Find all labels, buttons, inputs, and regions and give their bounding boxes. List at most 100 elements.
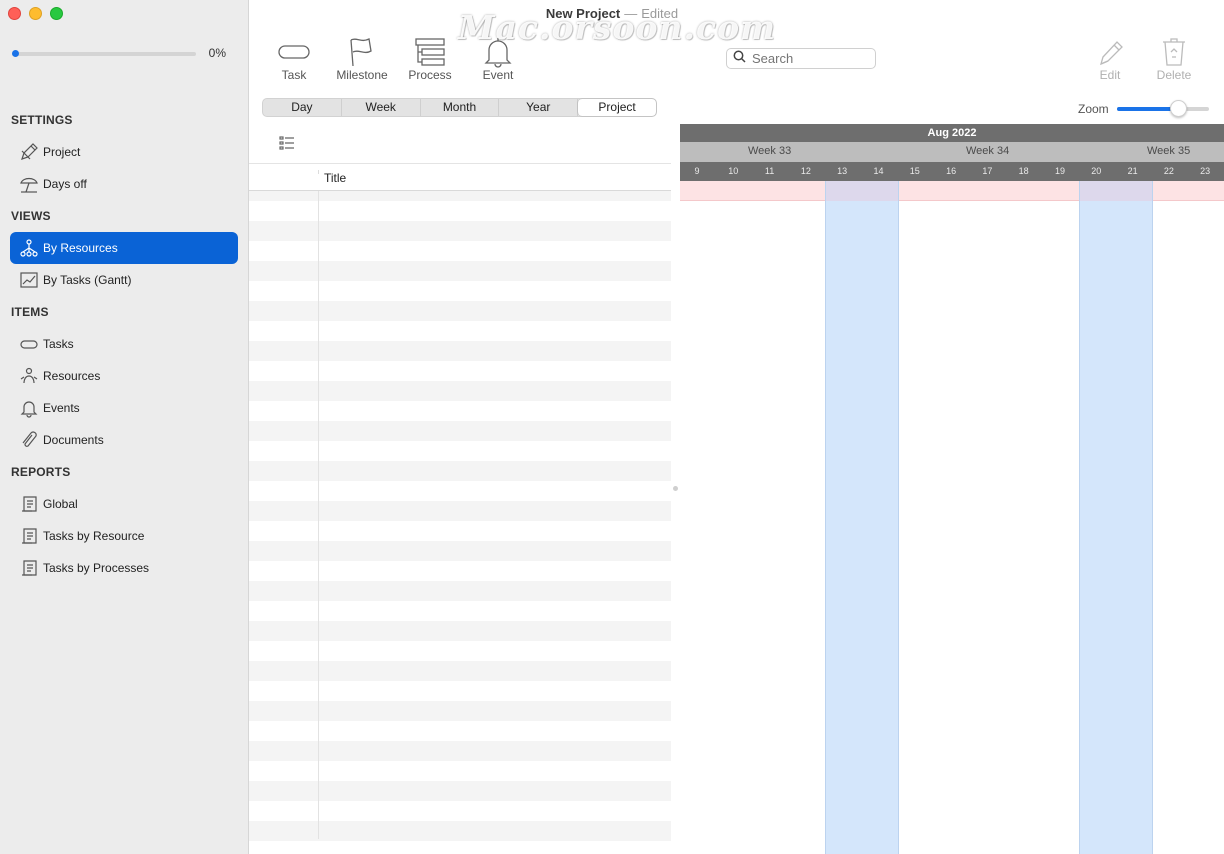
add-process-button[interactable]: Process — [397, 36, 463, 84]
search-input[interactable] — [752, 51, 862, 66]
title-separator: — — [624, 6, 638, 21]
gantt-day-label: 10 — [728, 166, 739, 176]
project-progress: 0% — [12, 46, 242, 62]
segment-year[interactable]: Year — [499, 99, 579, 116]
sidebar-item-label: Tasks — [43, 337, 74, 351]
sidebar-item-days-off[interactable]: Days off — [10, 168, 238, 200]
column-header-title[interactable]: Title — [324, 171, 346, 185]
report-icon — [18, 557, 40, 579]
report-icon — [18, 493, 40, 515]
column-divider[interactable] — [318, 170, 319, 174]
gantt-chart[interactable]: Aug 2022 Week 33 Week 34 Week 35 9 10 11 12 13… — [680, 124, 1224, 854]
edited-status: Edited — [641, 6, 679, 21]
gantt-chart-icon — [18, 269, 40, 291]
gantt-day-label: 13 — [837, 166, 848, 176]
gantt-week-label: Week 34 — [966, 145, 1010, 157]
zoom-fill — [1117, 107, 1178, 111]
window-controls — [8, 7, 63, 20]
pencil-ruler-icon — [18, 141, 40, 163]
sidebar-item-label: By Tasks (Gantt) — [43, 273, 132, 287]
sidebar-item-events[interactable]: Events — [10, 392, 238, 424]
progress-percent: 0% — [208, 46, 226, 60]
gantt-day-header: 9 10 11 12 13 14 15 16 17 18 19 20 21 22 23 — [680, 162, 1224, 181]
progress-indicator — [12, 50, 19, 57]
segment-week[interactable]: Week — [342, 99, 421, 116]
table-header: Title — [249, 163, 671, 191]
sidebar-item-global[interactable]: Global — [10, 488, 238, 520]
sidebar-item-tasks[interactable]: Tasks — [10, 328, 238, 360]
process-label: Process — [408, 68, 452, 82]
gantt-day-label: 11 — [764, 166, 775, 176]
edit-button[interactable]: Edit — [1077, 36, 1143, 84]
pencil-icon — [1077, 36, 1143, 68]
sidebar-item-tasks-by-resource[interactable]: Tasks by Resource — [10, 520, 238, 552]
section-settings: SETTINGS — [11, 113, 73, 127]
people-icon — [18, 365, 40, 387]
beach-umbrella-icon — [18, 173, 40, 195]
sidebar-item-by-resources[interactable]: By Resources — [10, 232, 238, 264]
sidebar-item-label: Global — [43, 497, 78, 511]
sidebar-item-by-tasks-gantt[interactable]: By Tasks (Gantt) — [10, 264, 238, 296]
zoom-slider-knob[interactable] — [1169, 100, 1187, 117]
search-field[interactable] — [726, 48, 876, 69]
delete-button[interactable]: Delete — [1141, 36, 1207, 84]
segment-project[interactable]: Project — [578, 99, 656, 116]
sidebar-item-label: By Resources — [43, 241, 118, 255]
outline-list-icon[interactable] — [279, 135, 295, 156]
gantt-day-label: 22 — [1163, 166, 1174, 176]
column-divider-line — [318, 191, 319, 839]
edit-label: Edit — [1099, 68, 1121, 82]
view-range-selector: Day Week Month Year Project — [262, 98, 657, 117]
sidebar-item-label: Events — [43, 401, 80, 415]
resources-tree-icon — [18, 237, 40, 259]
search-icon — [733, 50, 746, 68]
gantt-weekend-today-overlap — [826, 181, 898, 201]
sidebar-item-resources[interactable]: Resources — [10, 360, 238, 392]
trash-icon — [1141, 36, 1207, 68]
sidebar-item-tasks-by-processes[interactable]: Tasks by Processes — [10, 552, 238, 584]
document-title: New Project — [545, 6, 621, 21]
add-milestone-button[interactable]: Milestone — [329, 36, 395, 84]
table-rows[interactable] — [249, 191, 671, 854]
sidebar-item-label: Documents — [43, 433, 104, 447]
gantt-day-label: 9 — [694, 166, 700, 176]
sidebar-item-label: Tasks by Processes — [43, 561, 150, 575]
task-pill-icon — [18, 333, 40, 355]
gantt-day-label: 14 — [873, 166, 884, 176]
segment-month[interactable]: Month — [421, 99, 500, 116]
gantt-day-label: 18 — [1018, 166, 1029, 176]
gantt-weekend-column — [1079, 181, 1153, 854]
gantt-month-header: Aug 2022 — [680, 124, 1224, 142]
gantt-weekend-today-overlap — [1080, 181, 1152, 201]
section-reports: REPORTS — [11, 465, 71, 479]
segment-day[interactable]: Day — [263, 99, 342, 116]
delete-label: Delete — [1156, 68, 1192, 82]
add-task-button[interactable]: Task — [261, 36, 327, 84]
gantt-day-label: 12 — [800, 166, 811, 176]
add-event-button[interactable]: Event — [465, 36, 531, 84]
sidebar-item-label: Project — [43, 145, 81, 159]
sidebar-item-documents[interactable]: Documents — [10, 424, 238, 456]
minimize-window-button[interactable] — [29, 7, 42, 20]
process-icon — [397, 36, 463, 68]
task-label: Task — [281, 68, 307, 82]
gantt-week-label: Week 35 — [1147, 145, 1191, 157]
split-view-handle[interactable] — [673, 486, 678, 491]
gantt-day-label: 21 — [1127, 166, 1138, 176]
sidebar-item-project[interactable]: Project — [10, 136, 238, 168]
gantt-day-label: 20 — [1091, 166, 1102, 176]
gantt-day-label: 19 — [1054, 166, 1065, 176]
sidebar: 0% SETTINGS Project Days off VIEWS By Re… — [0, 0, 249, 854]
gantt-weekend-column — [825, 181, 899, 854]
milestone-label: Milestone — [336, 68, 388, 82]
zoom-label: Zoom — [1078, 102, 1109, 116]
event-label: Event — [482, 68, 514, 82]
zoom-slider[interactable] — [1117, 107, 1209, 111]
close-window-button[interactable] — [8, 7, 21, 20]
flag-icon — [329, 36, 395, 68]
paperclip-icon — [18, 429, 40, 451]
zoom-window-button[interactable] — [50, 7, 63, 20]
sidebar-item-label: Days off — [43, 177, 87, 191]
gantt-day-label: 16 — [946, 166, 957, 176]
gantt-day-label: 23 — [1200, 166, 1211, 176]
